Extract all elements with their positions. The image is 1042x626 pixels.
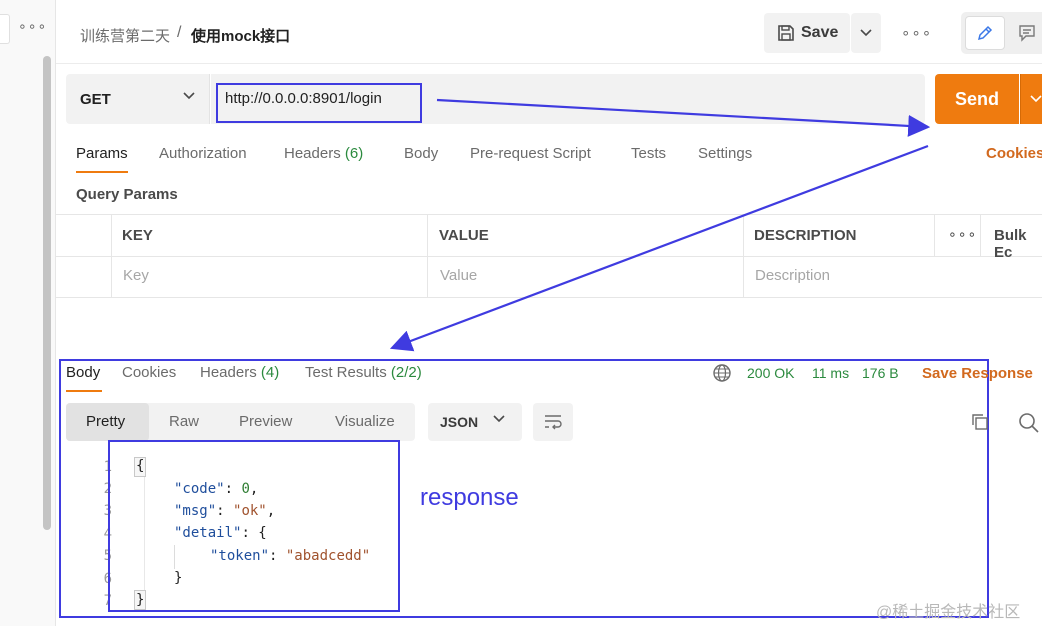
watermark: @稀土掘金技术社区	[876, 604, 1021, 621]
tab-headers[interactable]: Headers (6)	[284, 145, 363, 162]
table-divider	[111, 214, 112, 298]
chevron-down-icon	[1029, 95, 1042, 103]
tab-settings[interactable]: Settings	[698, 145, 752, 162]
active-tab-indicator	[76, 171, 128, 173]
column-header-description: DESCRIPTION	[754, 227, 857, 244]
response-annotation-label: response	[420, 484, 519, 511]
format-raw[interactable]: Raw	[169, 413, 199, 430]
bulk-edit-link[interactable]: Bulk Ec	[994, 227, 1042, 261]
chevron-down-icon	[183, 92, 195, 100]
tab-headers-count: (6)	[344, 145, 364, 162]
response-tab-test-results-count: (2/2)	[390, 364, 422, 381]
comment-icon	[1019, 25, 1035, 42]
documentation-view-button[interactable]	[1010, 16, 1042, 50]
table-divider	[743, 214, 744, 298]
save-icon	[778, 25, 794, 41]
active-tab-indicator	[66, 390, 102, 392]
format-preview[interactable]: Preview	[239, 413, 292, 430]
table-divider	[56, 256, 1042, 257]
url-highlight-box	[216, 83, 422, 123]
response-tab-test-results-label: Test Results	[305, 364, 387, 381]
response-status[interactable]: 200 OK	[747, 365, 794, 381]
param-key-input[interactable]: Key	[123, 267, 149, 284]
tab-headers-label: Headers	[284, 145, 341, 162]
cookies-link[interactable]: Cookies	[986, 145, 1042, 162]
breadcrumb-collection[interactable]: 训练营第二天	[80, 25, 170, 46]
search-icon[interactable]	[1018, 412, 1040, 434]
sidebar-more-icon[interactable]: ∘∘∘	[18, 18, 47, 35]
language-value: JSON	[440, 414, 479, 430]
tab-body[interactable]: Body	[404, 145, 438, 162]
send-button[interactable]: Send	[935, 74, 1019, 124]
tab-authorization[interactable]: Authorization	[159, 145, 247, 162]
breadcrumb-request-name[interactable]: 使用mock接口	[191, 25, 290, 46]
response-tab-test-results[interactable]: Test Results (2/2)	[305, 364, 422, 381]
breadcrumb-separator: /	[177, 24, 182, 41]
format-visualize[interactable]: Visualize	[335, 413, 395, 430]
response-tab-headers-count: (4)	[260, 364, 280, 381]
chevron-down-icon	[493, 415, 505, 423]
format-pretty[interactable]: Pretty	[86, 413, 125, 430]
wrap-lines-button[interactable]	[533, 403, 573, 441]
method-value: GET	[80, 91, 111, 108]
code-highlight-box	[108, 440, 400, 612]
table-divider	[980, 214, 981, 256]
response-tab-body[interactable]: Body	[66, 364, 100, 381]
tab-tests[interactable]: Tests	[631, 145, 666, 162]
edit-view-button[interactable]	[965, 16, 1005, 50]
save-button[interactable]: Save	[764, 13, 850, 53]
table-more-icon[interactable]: ∘∘∘	[948, 226, 977, 243]
copy-icon[interactable]	[970, 412, 990, 432]
save-options-button[interactable]	[851, 13, 881, 53]
param-description-input[interactable]: Description	[755, 267, 830, 284]
wrap-lines-icon	[545, 415, 562, 430]
query-params-title: Query Params	[76, 186, 178, 203]
tab-params[interactable]: Params	[76, 145, 128, 162]
send-options-button[interactable]	[1020, 74, 1042, 124]
pencil-icon	[977, 25, 993, 41]
response-time[interactable]: 11 ms	[812, 365, 849, 381]
save-response-button[interactable]: Save Response	[922, 365, 1033, 382]
chevron-down-icon	[860, 29, 872, 37]
response-tab-cookies[interactable]: Cookies	[122, 364, 176, 381]
globe-icon[interactable]	[712, 363, 732, 383]
save-button-label: Save	[801, 24, 839, 41]
response-tab-headers-label: Headers	[200, 364, 257, 381]
response-size[interactable]: 176 B	[862, 365, 899, 381]
param-value-input[interactable]: Value	[440, 267, 477, 284]
sidebar-scrollbar[interactable]	[43, 56, 51, 530]
table-divider	[934, 214, 935, 256]
sidebar-tab[interactable]	[0, 14, 10, 44]
column-header-value: VALUE	[439, 227, 489, 244]
tab-prerequest-script[interactable]: Pre-request Script	[470, 145, 591, 162]
column-header-key: KEY	[122, 227, 153, 244]
more-actions-icon[interactable]: ∘∘∘	[901, 24, 932, 42]
table-divider	[427, 214, 428, 298]
response-tab-headers[interactable]: Headers (4)	[200, 364, 279, 381]
